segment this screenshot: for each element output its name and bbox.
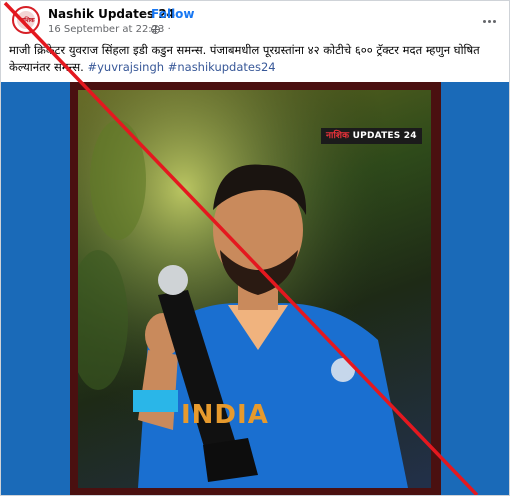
page-avatar[interactable]: नाशिक (12, 6, 40, 34)
facebook-post-card: नाशिक Nashik Updates 24 · Follow 16 Sept… (0, 0, 510, 496)
more-options-icon[interactable] (479, 11, 499, 31)
globe-icon (151, 25, 160, 34)
jersey-text: INDIA (181, 400, 269, 430)
cricketer-photo: नाशिक UPDATES 24 INDIA (78, 90, 431, 488)
watermark-badge: नाशिक UPDATES 24 (321, 128, 422, 144)
post-media[interactable]: नाशिक UPDATES 24 INDIA (1, 82, 509, 495)
caption-line-2: केल्यानंतर समन्स. #yuvrajsingh #nashikup… (9, 59, 509, 76)
watermark-part1: नाशिक (326, 131, 350, 141)
header-separator: · (143, 7, 147, 21)
watermark-part2: UPDATES 24 (352, 131, 417, 141)
caption-line-1: माजी क्रिकेटर युवराज सिंहला इडी कडुन समन… (9, 43, 480, 57)
post-caption: माजी क्रिकेटर युवराज सिंहला इडी कडुन समन… (9, 42, 509, 76)
photo-frame[interactable]: नाशिक UPDATES 24 INDIA (70, 82, 441, 495)
post-header: नाशिक Nashik Updates 24 · Follow 16 Sept… (1, 1, 509, 45)
hashtag-nashikupdates24[interactable]: #nashikupdates24 (168, 60, 276, 74)
caption-line-2-text: केल्यानंतर समन्स. (9, 60, 84, 74)
hashtag-yuvrajsingh[interactable]: #yuvrajsingh (87, 60, 164, 74)
follow-button[interactable]: Follow (151, 7, 195, 21)
avatar-logo: नाशिक (19, 17, 35, 24)
